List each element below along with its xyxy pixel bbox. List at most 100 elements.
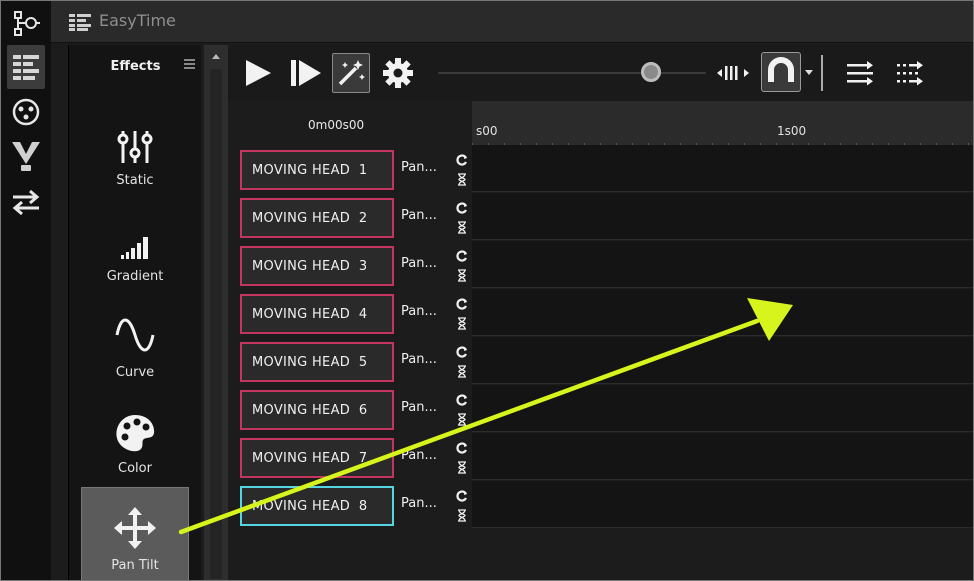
panel-menu-icon[interactable] [184, 59, 195, 69]
effect-label: Color [118, 461, 152, 476]
track-row: MOVING HEAD 2 Pan... [228, 193, 973, 241]
track-controls [453, 342, 471, 382]
track-controls [453, 150, 471, 190]
track-controls [453, 198, 471, 238]
move-arrows-icon [113, 488, 157, 550]
fixture-label[interactable]: MOVING HEAD 1 [240, 150, 394, 190]
palette-icon [113, 391, 157, 453]
magnet-icon[interactable] [761, 52, 801, 92]
fixture-label[interactable]: MOVING HEAD 6 [240, 390, 394, 430]
effects-scrollbar[interactable] [204, 45, 228, 580]
effect-static[interactable]: Static [81, 103, 189, 195]
loop-icon[interactable] [456, 442, 468, 454]
dropdown-icon[interactable] [804, 63, 814, 83]
track-controls [453, 246, 471, 286]
track-controls [453, 390, 471, 430]
loop-icon[interactable] [456, 202, 468, 214]
fixture-label[interactable]: MOVING HEAD 8 [240, 486, 394, 526]
effects-header: Effects [110, 59, 161, 74]
track-lane[interactable] [472, 385, 973, 432]
loop-icon[interactable] [456, 346, 468, 358]
hourglass-icon[interactable] [457, 317, 467, 330]
toolbar-divider [820, 53, 824, 93]
effect-label: Pan Tilt [111, 558, 159, 573]
hourglass-icon[interactable] [457, 365, 467, 378]
track-controls [453, 438, 471, 478]
track-row: MOVING HEAD 1 Pan... [228, 145, 973, 193]
play-from-start-icon[interactable] [288, 55, 324, 91]
effect-gradient[interactable]: Gradient [81, 199, 189, 291]
ruler-label: s00 [476, 124, 498, 138]
align-dotted-icon[interactable] [894, 55, 926, 91]
time-header: 0m00s00 [228, 101, 472, 145]
magic-wand-icon[interactable] [332, 53, 370, 93]
hourglass-icon[interactable] [457, 461, 467, 474]
effect-name[interactable]: Pan... [401, 496, 437, 511]
effect-name[interactable]: Pan... [401, 448, 437, 463]
timeline-logo-icon [69, 13, 91, 35]
track-lane[interactable] [472, 481, 973, 528]
timeline-toolbar [228, 45, 973, 101]
play-icon[interactable] [242, 55, 274, 91]
hourglass-icon[interactable] [457, 509, 467, 522]
fixture-label[interactable]: MOVING HEAD 7 [240, 438, 394, 478]
effect-label: Static [116, 173, 154, 188]
align-right-icon[interactable] [844, 55, 876, 91]
scroll-track[interactable] [210, 69, 222, 579]
effect-name[interactable]: Pan... [401, 208, 437, 223]
effect-pan-tilt[interactable]: Pan Tilt [81, 487, 189, 580]
dmx-connector-icon[interactable] [7, 93, 45, 131]
effect-color[interactable]: Color [81, 391, 189, 483]
effect-name[interactable]: Pan... [401, 256, 437, 271]
mode-icon-bar [1, 1, 51, 580]
fixture-label[interactable]: MOVING HEAD 3 [240, 246, 394, 286]
hourglass-icon[interactable] [457, 413, 467, 426]
title-bar: EasyTime [51, 1, 973, 43]
zoom-slider-track[interactable] [438, 72, 706, 74]
fixture-label[interactable]: MOVING HEAD 2 [240, 198, 394, 238]
track-controls [453, 486, 471, 526]
track-lane[interactable] [472, 337, 973, 384]
track-lane[interactable] [472, 145, 973, 192]
app-title: EasyTime [99, 11, 176, 30]
track-row: MOVING HEAD 7 Pan... [228, 433, 973, 481]
track-lane[interactable] [472, 289, 973, 336]
effect-name[interactable]: Pan... [401, 304, 437, 319]
hourglass-icon[interactable] [457, 173, 467, 186]
effect-name[interactable]: Pan... [401, 400, 437, 415]
swap-arrows-icon[interactable] [7, 181, 45, 223]
track-row: MOVING HEAD 6 Pan... [228, 385, 973, 433]
hourglass-icon[interactable] [457, 269, 467, 282]
effect-name[interactable]: Pan... [401, 352, 437, 367]
loop-icon[interactable] [456, 250, 468, 262]
track-lane[interactable] [472, 433, 973, 480]
effect-label: Gradient [106, 269, 164, 284]
zoom-slider-knob[interactable] [641, 62, 661, 82]
hourglass-icon[interactable] [457, 221, 467, 234]
track-lane[interactable] [472, 241, 973, 288]
app-window: EasyTime Effects Static Gradient Curve C… [0, 0, 974, 581]
loop-icon[interactable] [456, 298, 468, 310]
ruler-label: 1s00 [777, 124, 807, 138]
tree-nodes-icon[interactable] [7, 7, 45, 41]
loop-icon[interactable] [456, 394, 468, 406]
track-row: MOVING HEAD 8 Pan... [228, 481, 973, 529]
fixture-label[interactable]: MOVING HEAD 5 [240, 342, 394, 382]
snap-bars-icon[interactable] [716, 61, 750, 85]
time-ruler[interactable]: s00 1s00 [472, 101, 973, 149]
sliders-icon [115, 103, 155, 165]
timeline-grid-icon[interactable] [7, 45, 45, 89]
effect-name[interactable]: Pan... [401, 160, 437, 175]
track-lane[interactable] [472, 193, 973, 240]
track-row: MOVING HEAD 4 Pan... [228, 289, 973, 337]
sine-wave-icon [113, 295, 157, 357]
track-row: MOVING HEAD 3 Pan... [228, 241, 973, 289]
fixture-label[interactable]: MOVING HEAD 4 [240, 294, 394, 334]
effect-curve[interactable]: Curve [81, 295, 189, 387]
scroll-up-icon[interactable] [212, 54, 220, 59]
loop-icon[interactable] [456, 154, 468, 166]
loop-icon[interactable] [456, 490, 468, 502]
gear-icon[interactable] [380, 55, 416, 91]
stage-light-icon[interactable] [7, 135, 45, 179]
track-row: MOVING HEAD 5 Pan... [228, 337, 973, 385]
